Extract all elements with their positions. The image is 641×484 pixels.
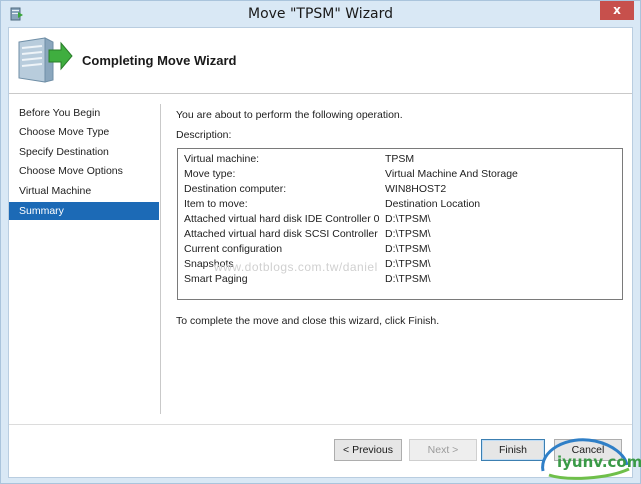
row-value: D:\TPSM\ <box>385 228 431 240</box>
description-row: Virtual machine: TPSM <box>184 153 616 168</box>
intro-text: You are about to perform the following o… <box>176 109 403 121</box>
row-value: Virtual Machine And Storage <box>385 168 518 180</box>
window-title: Move "TPSM" Wizard <box>247 6 394 22</box>
row-key: Attached virtual hard disk IDE Controlle… <box>184 213 380 225</box>
page-title: Completing Move Wizard <box>82 53 237 68</box>
row-value: D:\TPSM\ <box>385 258 431 270</box>
watermark: www.dotblogs.com.tw/daniel <box>214 260 378 274</box>
row-key: Virtual machine: <box>184 153 260 165</box>
wizard-client-area: Completing Move Wizard Before You Begin … <box>8 27 633 478</box>
description-row: Attached virtual hard disk IDE Controlle… <box>184 213 616 228</box>
description-row: Item to move: Destination Location <box>184 198 616 213</box>
row-key: Attached virtual hard disk SCSI Controll… <box>184 228 378 240</box>
description-box[interactable]: Virtual machine: TPSM Move type: Virtual… <box>177 148 623 300</box>
footer-divider <box>9 424 632 425</box>
nav-item-choose-move-options[interactable]: Choose Move Options <box>9 162 159 180</box>
site-logo: iyunv.com <box>537 431 641 481</box>
row-key: Item to move: <box>184 198 248 210</box>
title-bar[interactable]: Move "TPSM" Wizard x <box>1 1 640 27</box>
row-key: Move type: <box>184 168 236 180</box>
row-value: Destination Location <box>385 198 481 210</box>
nav-item-choose-move-type[interactable]: Choose Move Type <box>9 123 159 141</box>
row-key: Current configuration <box>184 243 283 255</box>
wizard-window: Move "TPSM" Wizard x Completing Move Wiz… <box>0 0 641 484</box>
row-value: D:\TPSM\ <box>385 243 431 255</box>
description-row: Destination computer: WIN8HOST2 <box>184 183 616 198</box>
row-key: Destination computer: <box>184 183 287 195</box>
finish-button[interactable]: Finish <box>481 439 545 461</box>
server-with-arrow-icon <box>18 37 73 83</box>
site-logo-text: iyunv.com <box>557 453 641 471</box>
nav-item-before-you-begin[interactable]: Before You Begin <box>9 104 159 122</box>
description-row: Smart Paging D:\TPSM\ <box>184 273 616 288</box>
next-button[interactable]: Next > <box>409 439 477 461</box>
row-value: D:\TPSM\ <box>385 273 431 285</box>
previous-button[interactable]: < Previous <box>334 439 402 461</box>
row-value: TPSM <box>385 153 415 165</box>
nav-item-specify-destination[interactable]: Specify Destination <box>9 143 159 161</box>
row-key: Smart Paging <box>184 273 248 285</box>
row-value: D:\TPSM\ <box>385 213 431 225</box>
close-button[interactable]: x <box>600 1 634 20</box>
description-row: Attached virtual hard disk SCSI Controll… <box>184 228 616 243</box>
nav-item-summary[interactable]: Summary <box>9 202 159 220</box>
wizard-header: Completing Move Wizard <box>9 28 632 94</box>
description-label: Description: <box>176 129 232 141</box>
description-row: Move type: Virtual Machine And Storage <box>184 168 616 183</box>
finish-instruction: To complete the move and close this wiza… <box>176 315 440 327</box>
wizard-step-nav: Before You Begin Choose Move Type Specif… <box>9 104 161 414</box>
description-row: Current configuration D:\TPSM\ <box>184 243 616 258</box>
nav-item-virtual-machine[interactable]: Virtual Machine <box>9 182 159 200</box>
row-value: WIN8HOST2 <box>385 183 447 195</box>
